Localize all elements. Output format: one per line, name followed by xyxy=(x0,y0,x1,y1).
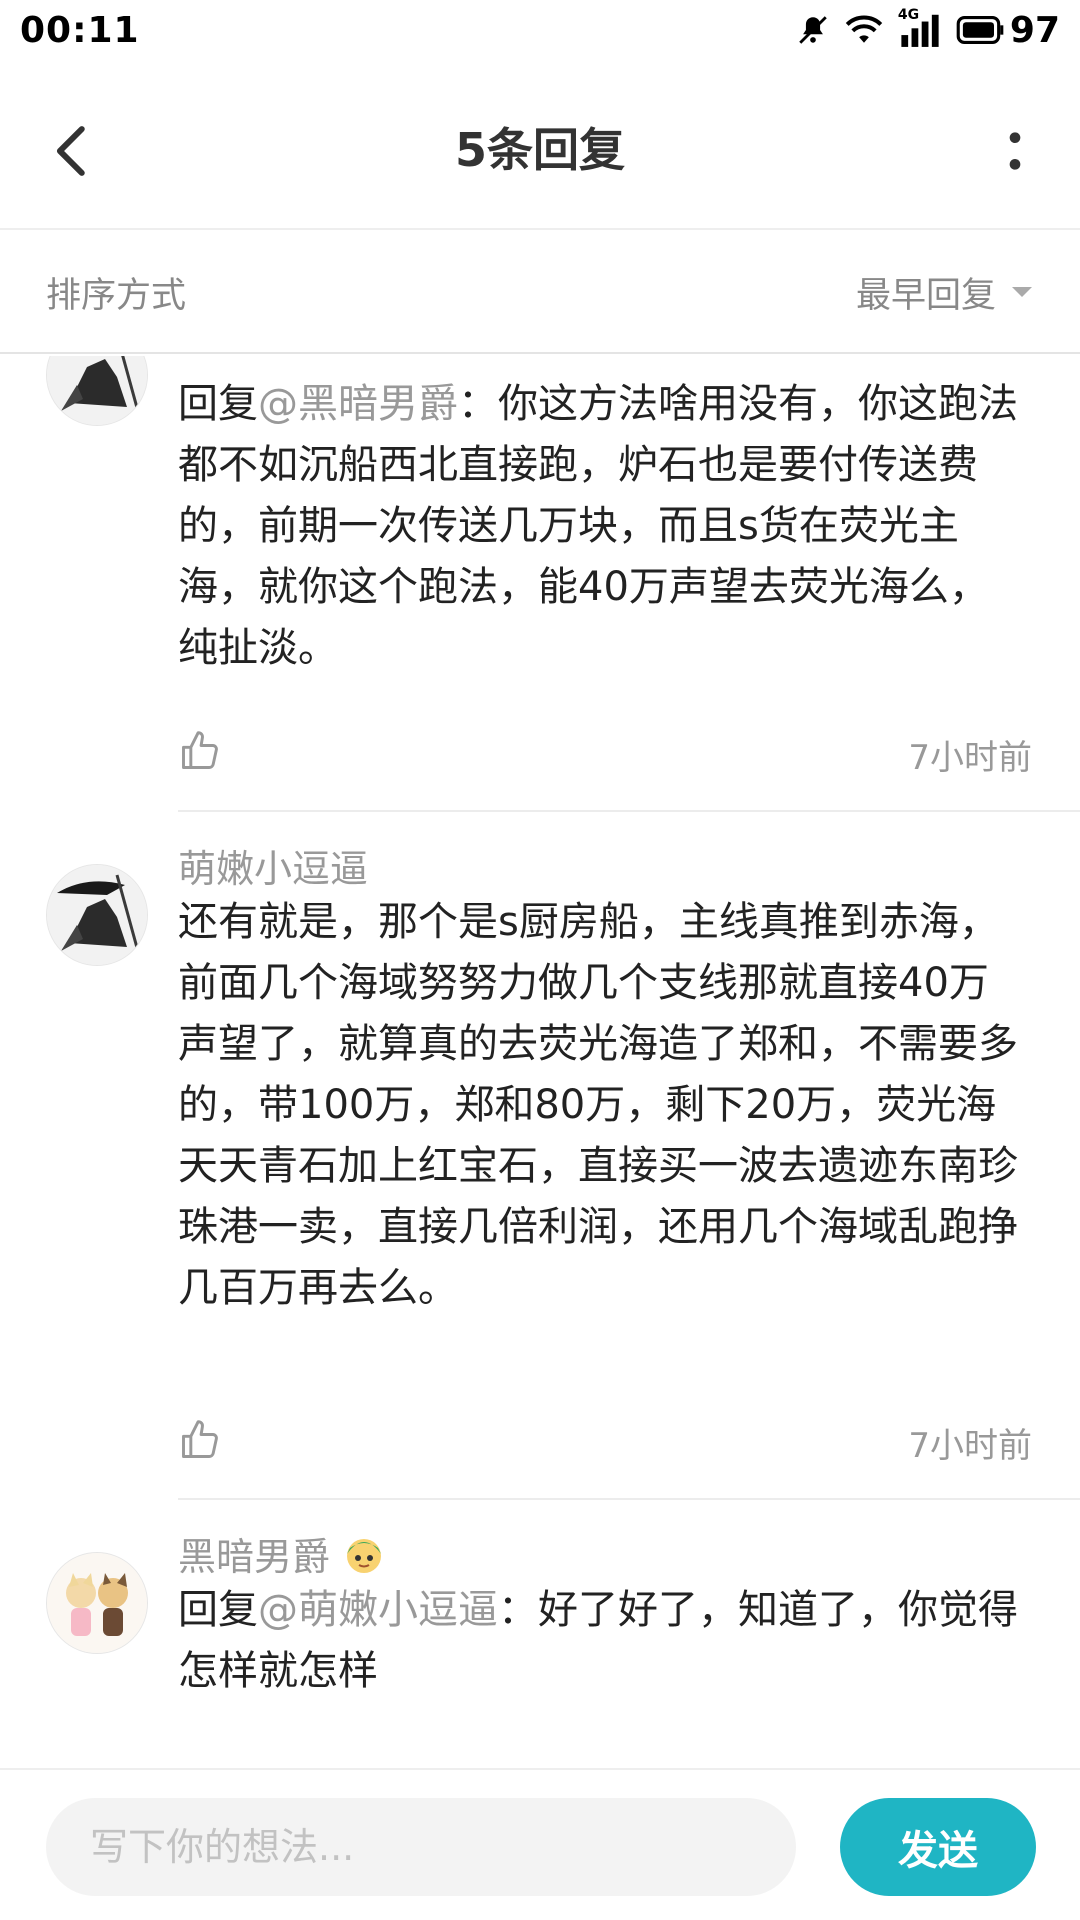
more-vertical-icon xyxy=(1009,132,1021,170)
page-title: 5条回复 xyxy=(454,123,625,177)
mention-link[interactable]: @黑暗男爵 xyxy=(258,381,458,427)
reply-prefix: 回复 xyxy=(178,1587,258,1633)
reply-list: 回复@黑暗男爵：你这方法啥用没有，你这跑法都不如沉船西北直接跑，炉石也是要付传送… xyxy=(0,356,1080,1768)
reply-username[interactable]: 黑暗男爵 xyxy=(178,1526,386,1581)
like-button[interactable] xyxy=(178,729,222,773)
status-bar: 00:11 4G 97 xyxy=(0,0,1080,60)
reply-content: 回复@黑暗男爵：你这方法啥用没有，你这跑法都不如沉船西北直接跑，炉石也是要付传送… xyxy=(178,374,1028,679)
reply-time: 7小时前 xyxy=(908,1426,1032,1466)
username-text: 黑暗男爵 xyxy=(178,1535,331,1579)
avatar[interactable] xyxy=(46,864,148,966)
thumbs-up-icon xyxy=(182,731,218,769)
caret-down-icon xyxy=(1012,287,1032,297)
comment-composer: 发送 xyxy=(0,1768,1080,1920)
comment-input[interactable] xyxy=(46,1798,796,1896)
reaper-avatar-icon xyxy=(47,865,147,965)
sort-label: 排序方式 xyxy=(46,275,187,316)
mute-icon xyxy=(796,13,830,47)
header: 5条回复 xyxy=(0,80,1080,230)
reply-text: 还有就是，那个是s厨房船，主线真推到赤海，前面几个海域努努力做几个支线那就直接4… xyxy=(178,899,1018,1311)
reply-content: 还有就是，那个是s厨房船，主线真推到赤海，前面几个海域努努力做几个支线那就直接4… xyxy=(178,892,1028,1319)
reply-prefix: 回复 xyxy=(178,381,258,427)
reply-content: 回复@萌嫩小逗逼：好了好了，知道了，你觉得怎样就怎样 xyxy=(178,1580,1028,1702)
status-icons: 4G 97 xyxy=(796,7,1060,51)
sort-dropdown[interactable]: 最早回复 xyxy=(856,267,1034,318)
network-type: 4G xyxy=(897,7,920,23)
mention-link[interactable]: @萌嫩小逗逼 xyxy=(258,1587,498,1633)
reply-username[interactable]: 萌嫩小逗逼 xyxy=(178,838,368,893)
more-options-button[interactable] xyxy=(990,116,1040,186)
status-time: 00:11 xyxy=(20,9,140,51)
wifi-icon xyxy=(844,14,884,46)
sort-bar: 排序方式 最早回复 xyxy=(0,232,1080,354)
like-button[interactable] xyxy=(178,1418,222,1462)
thumbs-up-icon xyxy=(182,1420,218,1458)
sort-selected-value: 最早回复 xyxy=(855,275,996,316)
battery-level: 97 xyxy=(1009,9,1060,51)
avatar[interactable] xyxy=(46,1552,148,1654)
avatar[interactable] xyxy=(46,356,148,426)
user-badge-icon xyxy=(347,1538,382,1573)
divider xyxy=(178,810,1080,812)
anime-twins-avatar-icon xyxy=(47,1553,147,1653)
reply-time: 7小时前 xyxy=(908,738,1032,778)
reaper-avatar-icon xyxy=(47,356,147,425)
username-text: 萌嫩小逗逼 xyxy=(178,847,369,891)
battery-icon xyxy=(956,16,1004,44)
send-button[interactable]: 发送 xyxy=(840,1798,1036,1896)
cellular-signal-icon: 4G xyxy=(898,7,942,47)
battery-indicator: 97 xyxy=(956,10,1060,51)
divider xyxy=(178,1498,1080,1500)
